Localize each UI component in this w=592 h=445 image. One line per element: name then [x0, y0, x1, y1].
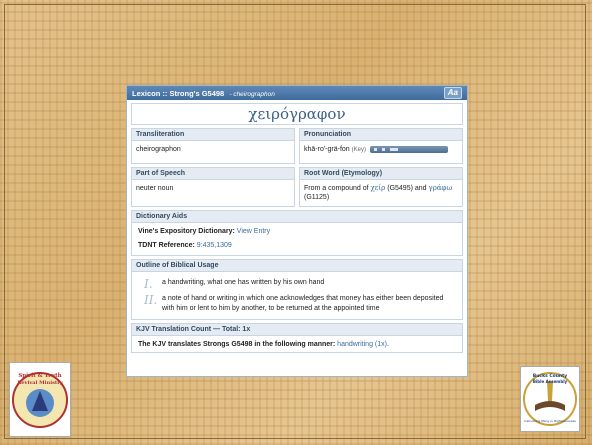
- pronunciation-box: Pronunciation khā-ro'-grä-fon (Key): [299, 128, 463, 164]
- transliteration-box: Transliteration cheirographon: [131, 128, 295, 164]
- outline-text: a note of hand or writing in which one a…: [162, 295, 444, 312]
- pronunciation-value: khā-ro'-grä-fon: [304, 146, 350, 153]
- outline-text: a handwriting, what one has written by h…: [162, 279, 325, 286]
- greek-headword: χειρόγραφον: [131, 103, 463, 125]
- right-logo-text-bottom: Instructing Many in Righteousness: [524, 419, 576, 423]
- outline-header: Outline of Biblical Usage: [132, 260, 462, 272]
- titlebar-text: Lexicon :: Strong's G5498 - cheirographo…: [132, 88, 275, 98]
- root-word-prefix: From a compound of: [304, 185, 369, 192]
- kjv-count-header: KJV Translation Count — Total: 1x: [132, 324, 462, 336]
- spirit-truth-logo: Spirit & Truth Revival Ministry: [9, 362, 71, 437]
- tdnt-reference-link[interactable]: 9:435,1309: [197, 242, 232, 249]
- part-of-speech-header: Part of Speech: [132, 168, 294, 180]
- root-word-header: Root Word (Etymology): [300, 168, 462, 180]
- outline-box: Outline of Biblical Usage I. a handwriti…: [131, 259, 463, 320]
- root-word-value: From a compound of χείρ (G5495) and γράφ…: [300, 180, 462, 206]
- tdnt-label: TDNT Reference:: [138, 242, 195, 249]
- kjv-period: .: [386, 341, 389, 348]
- bucks-county-emblem: Bucks County Bible Assembly Instructing …: [523, 372, 577, 426]
- dictionary-aids-box: Dictionary Aids Vine's Expository Dictio…: [131, 210, 463, 256]
- play-icon[interactable]: [373, 147, 377, 151]
- bucks-county-logo: Bucks County Bible Assembly Instructing …: [520, 366, 580, 432]
- window-subtitle: cheirographon: [233, 90, 275, 98]
- window-title: Lexicon :: Strong's G5498: [132, 88, 225, 98]
- spirit-truth-emblem: Spirit & Truth Revival Ministry: [12, 372, 68, 428]
- audio-player[interactable]: [369, 145, 448, 153]
- left-logo-text-mid: Revival Ministry: [17, 380, 64, 386]
- vines-view-entry-link[interactable]: View Entry: [237, 228, 270, 235]
- pronunciation-header: Pronunciation: [300, 129, 462, 141]
- pronunciation-key-link[interactable]: (Key): [352, 147, 366, 153]
- part-of-speech-box: Part of Speech neuter noun: [131, 167, 295, 207]
- right-logo-text-mid: Bible Assembly: [533, 379, 568, 384]
- transliteration-header: Transliteration: [132, 129, 294, 141]
- root-word-1-ref: (G5495): [387, 185, 413, 192]
- root-word-1-link[interactable]: χείρ: [371, 184, 386, 192]
- kjv-count-box: KJV Translation Count — Total: 1x The KJ…: [131, 323, 463, 353]
- word-info-row-2: Part of Speech neuter noun Root Word (Et…: [131, 167, 463, 210]
- pronunciation-value-row: khā-ro'-grä-fon (Key): [300, 141, 462, 163]
- tdnt-row: TDNT Reference: 9:435,1309: [132, 239, 462, 255]
- lexicon-panel: Lexicon :: Strong's G5498 - cheirographo…: [126, 85, 468, 377]
- lexicon-titlebar: Lexicon :: Strong's G5498 - cheirographo…: [127, 86, 467, 100]
- transliteration-value: cheirographon: [136, 146, 181, 153]
- root-word-box: Root Word (Etymology) From a compound of…: [299, 167, 463, 207]
- outline-number: I.: [144, 277, 153, 291]
- volume-slider[interactable]: [389, 147, 398, 151]
- dictionary-aids-header: Dictionary Aids: [132, 211, 462, 223]
- root-word-2-ref: (G1125): [304, 194, 330, 201]
- word-info-row-1: Transliteration cheirographon Pronunciat…: [131, 128, 463, 167]
- font-size-button[interactable]: Aa: [443, 87, 462, 99]
- root-word-2-link[interactable]: γράφω: [429, 184, 453, 192]
- kjv-count-text: The KJV translates Strongs G5498 in the …: [138, 341, 336, 348]
- stop-icon[interactable]: [381, 147, 385, 151]
- vines-label: Vine's Expository Dictionary:: [138, 228, 235, 235]
- part-of-speech-value: neuter noun: [136, 185, 174, 192]
- left-logo-text-top: Spirit & Truth: [18, 373, 61, 379]
- outline-item: I. a handwriting, what one has written b…: [132, 272, 462, 292]
- vines-row: Vine's Expository Dictionary: View Entry: [132, 223, 462, 239]
- outline-item: II. a note of hand or writing in which o…: [132, 292, 462, 319]
- root-word-and: and: [414, 185, 427, 192]
- kjv-count-row: The KJV translates Strongs G5498 in the …: [132, 336, 462, 352]
- outline-number: II.: [144, 293, 158, 307]
- kjv-handwriting-link[interactable]: handwriting (1x): [337, 341, 387, 348]
